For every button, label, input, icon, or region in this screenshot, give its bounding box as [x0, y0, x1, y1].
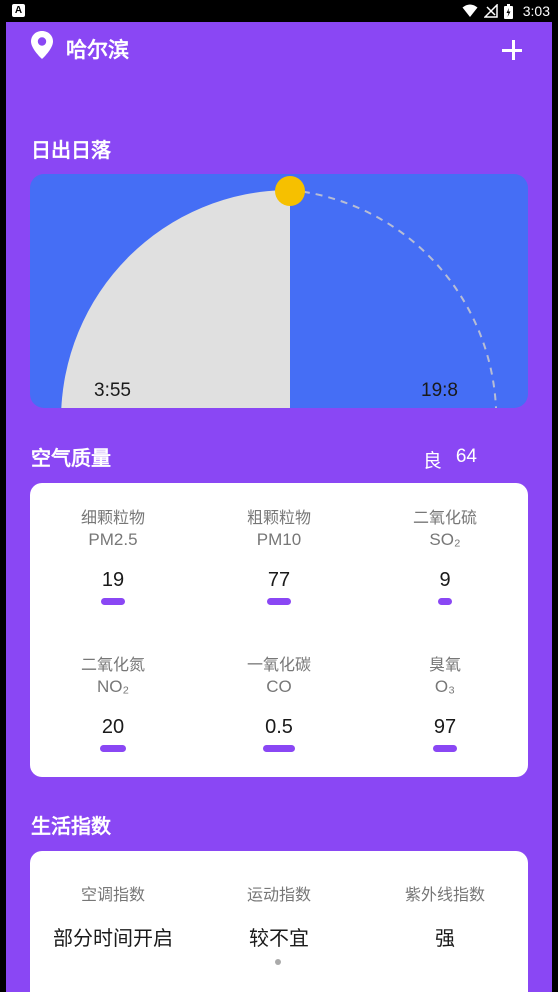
aqi-index: 64: [455, 446, 477, 467]
life-index-sport: 运动指数 较不宜: [196, 885, 362, 951]
pollutant-bar: [438, 598, 452, 605]
pollutant-code: CO: [266, 677, 292, 696]
app-notification-icon: A: [12, 4, 25, 17]
status-icons: 3:03: [462, 0, 550, 22]
elapsed-daylight-area: [61, 190, 290, 408]
life-index-value: 部分时间开启: [53, 926, 173, 950]
sunrise-sunset-title: 日出日落: [31, 138, 111, 162]
pollutant-code: NO₂: [96, 677, 130, 696]
sunset-time: 19:8: [421, 380, 458, 401]
pollutant-code: O₃: [434, 677, 456, 696]
air-quality-card: 细颗粒物 PM2.5 19 粗颗粒物 PM10 77 二氧化硫 SO₂ 9 二氧…: [30, 483, 528, 777]
status-bar: A 3:03: [0, 0, 558, 22]
sunrise-sunset-card: 3:55 19:8: [30, 174, 528, 408]
pollutant-code: PM10: [256, 530, 302, 549]
sunrise-time: 3:55: [94, 380, 131, 401]
sun-path-graphic: [61, 176, 497, 408]
pollutant-name: 二氧化氮: [80, 655, 145, 674]
pollutant-name: 二氧化硫: [412, 508, 477, 527]
pollutant-value: 19: [101, 569, 125, 591]
pollutant-bar: [267, 598, 291, 605]
pollutant-value: 77: [267, 569, 291, 591]
life-index-card: 空调指数 部分时间开启 运动指数 较不宜 紫外线指数 强: [30, 851, 528, 992]
pollutant-so2: 二氧化硫 SO₂ 9: [362, 507, 528, 605]
pollutant-value: 9: [439, 569, 451, 591]
life-index-name: 空调指数: [80, 885, 145, 904]
page-indicator-dot[interactable]: [275, 959, 281, 965]
pollutant-value: 0.5: [265, 716, 293, 738]
life-index-value: 较不宜: [249, 926, 309, 950]
pollutant-value: 97: [433, 716, 457, 738]
weather-app: 哈尔滨 日出日落 3:55 19:8 空气质量 良 64 细颗粒物 PM2.5 …: [6, 22, 552, 992]
sun-icon: [275, 176, 305, 206]
pollutant-pm10: 粗颗粒物 PM10 77: [196, 507, 362, 605]
life-index-aircon: 空调指数 部分时间开启: [30, 885, 196, 951]
pollutant-name: 臭氧: [428, 655, 461, 674]
pollutant-bar: [433, 745, 457, 752]
pollutant-o3: 臭氧 O₃ 97: [362, 654, 528, 752]
air-quality-title: 空气质量: [31, 446, 111, 470]
life-index-value: 强: [435, 926, 455, 950]
pollutant-name: 一氧化碳: [246, 655, 311, 674]
pollutant-bar: [101, 598, 125, 605]
aqi-level: 良: [422, 450, 442, 472]
pollutant-name: 细颗粒物: [80, 508, 145, 527]
life-index-name: 紫外线指数: [404, 885, 485, 904]
location-pin-icon[interactable]: [30, 30, 54, 60]
pollutant-no2: 二氧化氮 NO₂ 20: [30, 654, 196, 752]
signal-icon: [483, 4, 498, 18]
remaining-sun-path: [289, 189, 497, 408]
pollutant-co: 一氧化碳 CO 0.5: [196, 654, 362, 752]
status-time: 3:03: [522, 3, 550, 19]
wifi-icon: [462, 4, 478, 17]
pollutant-value: 20: [101, 716, 125, 738]
pollutant-pm25: 细颗粒物 PM2.5 19: [30, 507, 196, 605]
top-bar: 哈尔滨: [6, 22, 552, 92]
pollutant-code: PM2.5: [88, 530, 138, 549]
aqi-summary: 良 64: [423, 446, 477, 473]
life-index-uv: 紫外线指数 强: [362, 885, 528, 951]
life-index-title: 生活指数: [31, 814, 111, 838]
pollutant-bar: [100, 745, 126, 752]
pollutant-code: SO₂: [429, 530, 461, 549]
life-index-name: 运动指数: [246, 885, 311, 904]
city-name[interactable]: 哈尔滨: [66, 34, 129, 64]
pollutant-bar: [263, 745, 295, 752]
battery-icon: [503, 3, 513, 19]
pollutant-name: 粗颗粒物: [246, 508, 311, 527]
add-city-button[interactable]: [500, 38, 526, 64]
